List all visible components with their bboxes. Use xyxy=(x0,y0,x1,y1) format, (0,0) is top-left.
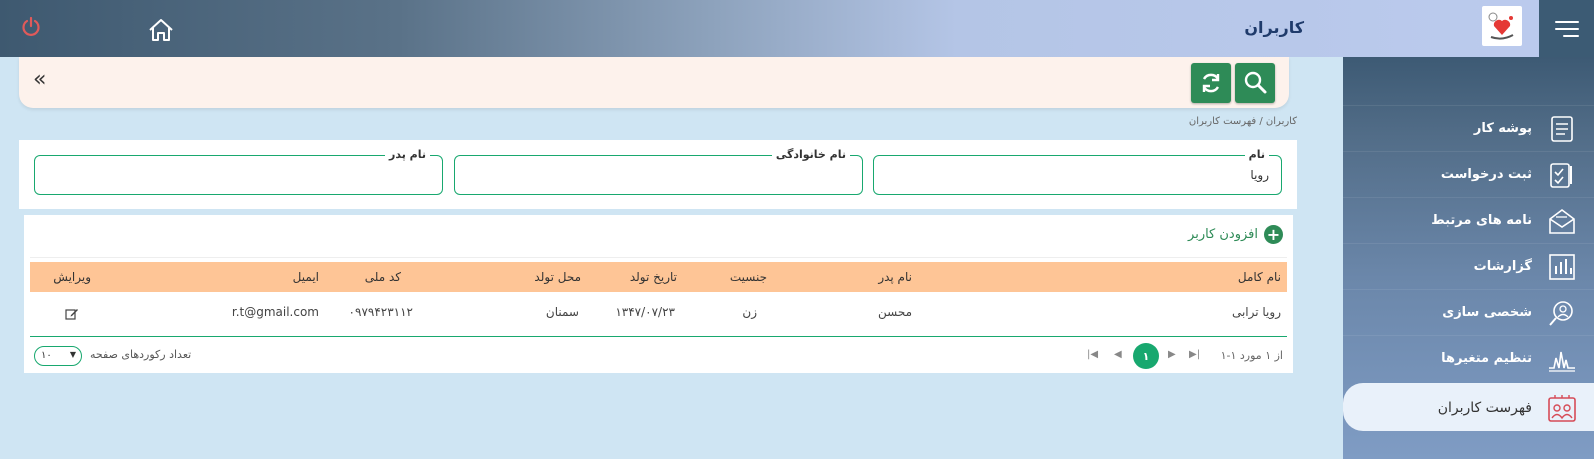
next-page-icon[interactable]: ▶ xyxy=(1168,349,1176,360)
col-gender[interactable]: جنسیت xyxy=(730,270,767,284)
top-bar: کاربران xyxy=(0,0,1594,57)
sidebar-item-label: ثبت درخواست xyxy=(1440,167,1532,182)
search-icon xyxy=(1244,71,1267,94)
last-name-label: نام خانوادگی xyxy=(771,148,850,162)
first-name-label: نام xyxy=(1244,148,1269,162)
sidebar: پوشه کار ثبت درخواست نامه های مرتبط گزار… xyxy=(1343,57,1594,459)
breadcrumb: کاربران / فهرست کاربران xyxy=(1188,116,1297,127)
user-list-icon xyxy=(1546,392,1578,424)
sidebar-item-label: شخصی سازی xyxy=(1442,305,1532,320)
bar-chart-icon xyxy=(1546,251,1578,283)
sidebar-item-label: گزارشات xyxy=(1473,259,1532,274)
pagination-summary: ۱-۱ از ۱ مورد xyxy=(1220,349,1283,362)
prev-page-icon[interactable]: ◀ xyxy=(1114,349,1122,360)
home-icon[interactable] xyxy=(148,18,174,42)
menu-button[interactable] xyxy=(1539,0,1594,57)
letters-icon xyxy=(1546,205,1578,237)
sidebar-item-label: پوشه کار xyxy=(1473,121,1532,136)
sidebar-item-workfolder[interactable]: پوشه کار xyxy=(1343,105,1594,151)
father-name-field[interactable]: نام پدر xyxy=(34,148,443,195)
refresh-icon xyxy=(1202,73,1220,93)
request-form-icon xyxy=(1546,159,1578,191)
sidebar-item-letters[interactable]: نامه های مرتبط xyxy=(1343,197,1594,243)
toolbar: « xyxy=(19,57,1289,108)
user-profile-icon xyxy=(1546,297,1578,329)
last-page-icon[interactable]: ▶| xyxy=(1189,349,1200,360)
add-user-label: افزودن کاربر xyxy=(1188,227,1258,242)
first-name-field[interactable]: نام رویا xyxy=(873,148,1282,195)
cell-father-name: محسن xyxy=(877,305,912,319)
page-number-current[interactable]: ۱ xyxy=(1133,343,1159,369)
sidebar-item-personalize[interactable]: شخصی سازی xyxy=(1343,289,1594,335)
col-father-name[interactable]: نام پدر xyxy=(878,270,912,284)
edit-icon[interactable] xyxy=(65,307,79,321)
page-size-select[interactable]: ۱۰ ▼ xyxy=(34,346,82,366)
table-row[interactable]: رویا ترابی محسن زن ۱۳۴۷/۰۷/۲۳ سمنان ۰۹۷۹… xyxy=(30,295,1287,337)
cell-gender: زن xyxy=(742,305,757,319)
last-name-field[interactable]: نام خانوادگی xyxy=(454,148,863,195)
col-birth-date[interactable]: تاریخ تولد xyxy=(630,270,677,284)
sidebar-item-user-list[interactable]: فهرست کاربران xyxy=(1343,383,1594,431)
table-header: نام کامل نام پدر جنسیت تاریخ تولد محل تو… xyxy=(30,262,1287,292)
cell-birth-place: سمنان xyxy=(545,305,579,319)
sidebar-item-label: فهرست کاربران xyxy=(1437,399,1532,416)
col-national-code[interactable]: کد ملی xyxy=(365,270,401,284)
col-birth-place[interactable]: محل تولد xyxy=(534,270,581,284)
col-email[interactable]: ایمیل xyxy=(293,270,319,284)
hamburger-icon xyxy=(1554,20,1579,37)
sidebar-item-reports[interactable]: گزارشات xyxy=(1343,243,1594,289)
search-form: نام رویا نام خانوادگی نام پدر xyxy=(19,140,1297,209)
cell-email: r.t@gmail.com xyxy=(231,305,319,319)
search-button[interactable] xyxy=(1235,63,1275,103)
plus-icon: + xyxy=(1264,225,1283,244)
add-user-button[interactable]: + افزودن کاربر xyxy=(1188,225,1283,244)
divider xyxy=(30,257,1287,258)
variables-icon xyxy=(1546,343,1578,375)
chevron-down-icon: ▼ xyxy=(69,350,76,359)
app-logo xyxy=(1482,6,1522,46)
col-full-name[interactable]: نام کامل xyxy=(1238,270,1281,284)
page-size-label: تعداد رکوردهای صفحه xyxy=(90,348,192,361)
col-edit: ویرایش xyxy=(53,270,91,284)
refresh-button[interactable] xyxy=(1191,63,1231,103)
cell-birth-date: ۱۳۴۷/۰۷/۲۳ xyxy=(615,305,675,319)
users-table-card: + افزودن کاربر نام کامل نام پدر جنسیت تا… xyxy=(24,215,1293,373)
sidebar-item-variables[interactable]: تنظیم متغیرها xyxy=(1343,335,1594,381)
page-title: کاربران xyxy=(1244,18,1304,37)
sidebar-item-label: نامه های مرتبط xyxy=(1431,213,1532,228)
cell-national-code: ۰۹۷۹۴۲۳۱۱۲ xyxy=(348,305,413,319)
page-size-value: ۱۰ xyxy=(41,350,52,361)
power-icon[interactable] xyxy=(21,17,41,37)
sidebar-item-label: تنظیم متغیرها xyxy=(1441,351,1532,366)
sidebar-item-request[interactable]: ثبت درخواست xyxy=(1343,151,1594,197)
father-name-label: نام پدر xyxy=(385,148,430,162)
double-chevron-left-icon[interactable]: « xyxy=(33,69,46,91)
first-name-value[interactable]: رویا xyxy=(1250,168,1269,182)
cell-full-name: رویا ترابی xyxy=(1231,305,1281,319)
folder-icon xyxy=(1546,113,1578,145)
first-page-icon[interactable]: |◀ xyxy=(1087,349,1098,360)
